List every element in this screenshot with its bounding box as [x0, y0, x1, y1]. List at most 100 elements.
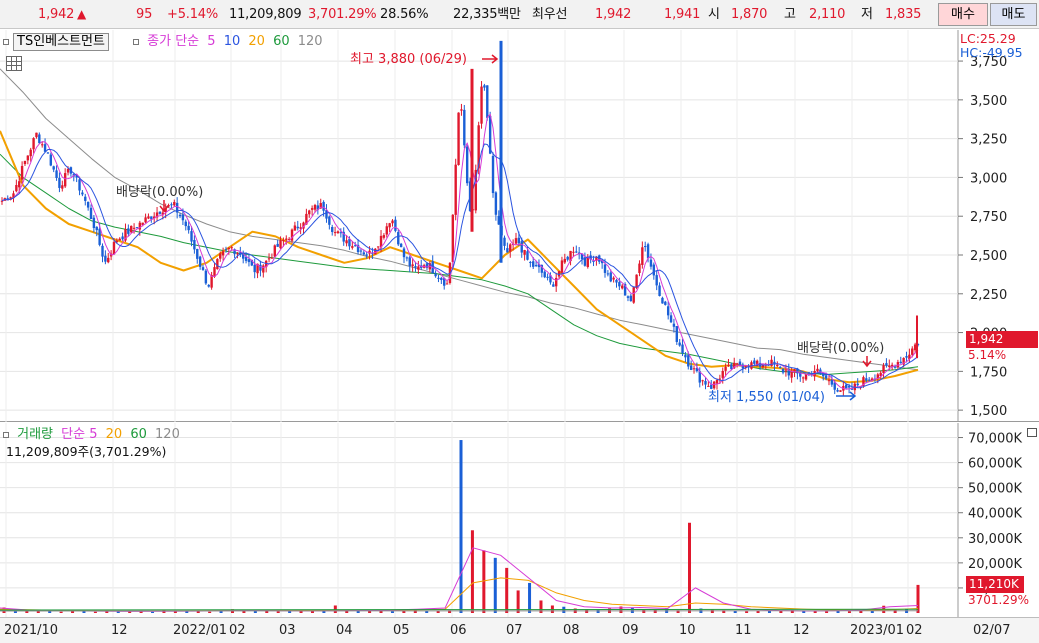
volume-bar: [151, 611, 155, 613]
candle-body: [46, 152, 50, 154]
candle-body: [135, 227, 139, 229]
vol-ma20-label[interactable]: 20: [106, 427, 123, 442]
candle-body: [710, 384, 713, 389]
candle-body: [804, 374, 808, 380]
candle-body: [193, 239, 196, 250]
candle-body: [353, 245, 357, 247]
candle-body: [296, 226, 299, 229]
volume-bar: [825, 611, 829, 613]
candle-body: [652, 264, 656, 276]
candle-body: [845, 384, 848, 389]
candle-body: [101, 245, 104, 257]
candle-body: [63, 173, 67, 187]
candle-body: [20, 165, 24, 180]
candle-body: [181, 214, 185, 221]
volume-bar: [688, 522, 691, 613]
y-tick-label: 3,000: [970, 171, 1007, 186]
candle-body: [655, 275, 658, 286]
price-chart[interactable]: 1,5001,7502,0002,2502,5002,7503,0003,250…: [0, 30, 1039, 422]
ma10-label[interactable]: 10: [224, 34, 241, 49]
candle-body: [221, 251, 225, 256]
candle-body: [385, 226, 388, 235]
candle-body: [26, 155, 30, 161]
vol-ma60-label[interactable]: 60: [130, 427, 147, 442]
legend-square-icon: [3, 38, 9, 45]
volume-ratio: 3,701.29%: [308, 7, 377, 22]
hc-value: HC:-49.95: [960, 45, 1023, 60]
candle-body: [687, 355, 690, 367]
price-legend: [3, 34, 13, 49]
buy-button[interactable]: 매수: [938, 3, 988, 26]
candle-body: [532, 261, 535, 267]
candle-body: [201, 267, 205, 270]
volume-bar: [505, 567, 509, 613]
ma5-label[interactable]: 5: [207, 34, 215, 49]
volume-bar: [93, 611, 97, 613]
date-label: 10: [679, 623, 696, 638]
candle-body: [187, 225, 190, 231]
volume-bar: [276, 611, 280, 613]
candle-body: [824, 375, 828, 379]
volume-bar: [470, 530, 474, 613]
vol-ma120-label[interactable]: 120: [155, 427, 180, 442]
sell-button[interactable]: 매도: [990, 3, 1037, 26]
candle-body: [118, 238, 121, 241]
date-axis[interactable]: 2021/10 12 2022/01 02 03 04 05 06 07 08 …: [0, 617, 1039, 643]
y-tick-label: 3,500: [970, 94, 1007, 109]
candle-body: [701, 380, 704, 382]
candle-body: [313, 205, 317, 210]
current-price: 1,942: [38, 7, 75, 22]
table-icon[interactable]: [6, 56, 22, 71]
candle-body: [816, 368, 819, 372]
candle-body: [770, 359, 773, 367]
date-label: 12: [793, 623, 810, 638]
candle-body: [554, 277, 558, 287]
volume-bar: [756, 610, 760, 613]
candle-body: [29, 149, 32, 157]
quote-bar: 1,942 ▲ 95 +5.14% 11,209,809 3,701.29% 2…: [0, 0, 1039, 29]
candle-body: [204, 270, 208, 284]
candle-body: [888, 365, 891, 367]
date-label: 2022/01: [173, 623, 228, 638]
vol-ma5-label[interactable]: 5: [89, 427, 97, 442]
candle-body: [523, 250, 526, 255]
candle-body: [362, 252, 366, 255]
candle-body: [279, 240, 282, 249]
candle-body: [408, 257, 411, 266]
candle-body: [801, 377, 805, 379]
date-label: 04: [336, 623, 353, 638]
volume-bar: [288, 611, 292, 613]
y-tick-label: 2,500: [970, 249, 1007, 264]
volume-bar: [870, 610, 874, 613]
candle-body: [893, 366, 897, 368]
ma60-label[interactable]: 60: [273, 34, 290, 49]
candle-body: [376, 246, 380, 248]
volume-bar: [48, 611, 52, 613]
price-chart-panel[interactable]: 1,5001,7502,0002,2502,5002,7503,0003,250…: [0, 30, 1039, 422]
volume-tick-label: 40,000K: [968, 507, 1022, 522]
y-axis-area: [958, 30, 1039, 422]
panel-toggle-icon[interactable]: [1027, 428, 1037, 437]
candle-body: [672, 323, 676, 327]
volume-bar: [745, 611, 749, 613]
candle-body: [351, 246, 354, 248]
ask-price: 1,942: [595, 7, 632, 22]
candle-body: [514, 238, 518, 244]
candle-body: [664, 301, 667, 305]
date-label: 07: [506, 623, 523, 638]
candle-body: [847, 386, 851, 388]
volume-chart-panel[interactable]: 10,000K20,000K30,000K40,000K50,000K60,00…: [0, 423, 1039, 617]
best-quote-label: 최우선: [532, 7, 568, 22]
date-label: 02: [906, 623, 923, 638]
volume-bar: [528, 582, 532, 613]
volume-bar: [482, 550, 486, 613]
date-label: 05: [393, 623, 410, 638]
ticker-label[interactable]: TS인베스트먼트: [13, 33, 109, 51]
candle-body: [681, 344, 684, 354]
last-volume-tag: 11,210K: [966, 576, 1024, 593]
candle-body: [388, 223, 391, 228]
candle-body: [621, 285, 624, 289]
candle-body: [644, 246, 647, 248]
ma120-label[interactable]: 120: [298, 34, 323, 49]
ma20-label[interactable]: 20: [248, 34, 265, 49]
